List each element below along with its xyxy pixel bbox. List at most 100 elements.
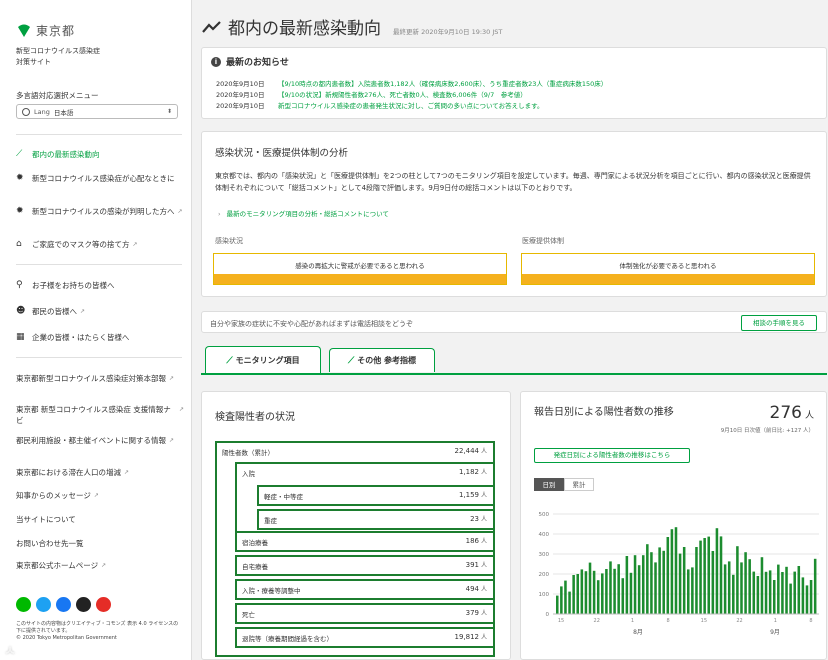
bar[interactable]: [764, 571, 768, 614]
line-icon[interactable]: [16, 597, 31, 612]
site-logo[interactable]: 東京都: [16, 22, 75, 39]
youtube-icon[interactable]: [96, 597, 111, 612]
bar[interactable]: [613, 568, 616, 614]
bar[interactable]: [646, 544, 649, 614]
onset-date-chart-link[interactable]: 発症日別による陽性者数の推移はこちら: [534, 448, 690, 463]
bar[interactable]: [736, 546, 739, 614]
twitter-icon[interactable]: [36, 597, 51, 612]
toggle-cumulative[interactable]: 累計: [564, 478, 594, 491]
bar[interactable]: [654, 562, 657, 614]
news-item[interactable]: 2020年9月10日 新型コロナウイルス感染症の患者発生状況に対し、ご質問の多い…: [216, 101, 607, 112]
tab-monitoring[interactable]: ⟋ モニタリング項目: [205, 346, 321, 374]
bar[interactable]: [658, 547, 661, 614]
bar[interactable]: [687, 569, 690, 614]
bar[interactable]: [601, 573, 604, 614]
nav-item-hq-report[interactable]: 東京都新型コロナウイルス感染症対策本部報 ↗: [16, 373, 184, 384]
nav-item-facilities[interactable]: 都民利用施設・都主催イベントに関する情報 ↗: [16, 435, 184, 446]
bar[interactable]: [580, 569, 584, 614]
bar[interactable]: [699, 540, 702, 614]
bar[interactable]: [682, 547, 686, 614]
nav-item-companies[interactable]: ▦ 企業の皆様・はたらく皆様へ: [16, 332, 184, 343]
bar[interactable]: [813, 558, 817, 614]
bar[interactable]: [703, 538, 706, 614]
nav-item-governor-message[interactable]: 知事からのメッセージ ↗: [16, 490, 184, 501]
bar[interactable]: [740, 562, 743, 614]
bar[interactable]: [584, 571, 588, 614]
bar[interactable]: [809, 580, 813, 614]
bar[interactable]: [785, 566, 788, 614]
bar[interactable]: [592, 570, 596, 614]
github-icon[interactable]: [76, 597, 91, 612]
tab-other-indicators[interactable]: ⟋ その他 参考指標: [329, 348, 435, 372]
bar[interactable]: [748, 559, 751, 614]
bar[interactable]: [768, 570, 772, 614]
bar[interactable]: [629, 572, 633, 614]
bar[interactable]: [572, 575, 575, 614]
bar[interactable]: [564, 580, 567, 614]
nav-item-mask-disposal[interactable]: ⌂ ご家庭でのマスク等の捨て方 ↗: [16, 239, 184, 250]
nav-item-about[interactable]: 当サイトについて: [16, 514, 184, 525]
analysis-link[interactable]: › 最新のモニタリング項目の分析・総括コメントについて: [218, 208, 389, 218]
bar[interactable]: [760, 557, 764, 614]
nav-item-latest-trend[interactable]: ⟋ 都内の最新感染動向: [16, 149, 184, 160]
bar[interactable]: [560, 586, 563, 614]
bar[interactable]: [621, 578, 625, 614]
bar[interactable]: [789, 583, 792, 614]
bar[interactable]: [625, 556, 629, 614]
bar[interactable]: [715, 528, 719, 614]
bar[interactable]: [609, 561, 612, 614]
bar[interactable]: [727, 561, 731, 614]
bar[interactable]: [637, 565, 641, 614]
bar[interactable]: [707, 536, 711, 614]
bar[interactable]: [781, 572, 784, 614]
bar[interactable]: [633, 555, 637, 614]
bar[interactable]: [596, 580, 600, 614]
news-item[interactable]: 2020年9月10日 【9/10時点の都内患者数】入院患者数1,182人（確保病…: [216, 79, 607, 90]
consult-steps-button[interactable]: 相談の手順を見る: [741, 315, 817, 331]
bar[interactable]: [588, 562, 592, 614]
bar[interactable]: [801, 577, 805, 614]
bar[interactable]: [650, 552, 653, 614]
nav-item-citizens[interactable]: ☻ 都民の皆様へ ↗: [16, 306, 184, 317]
news-link[interactable]: 【9/10時点の都内患者数】入院患者数1,182人（確保病床数2,600床）、う…: [278, 79, 607, 90]
bar[interactable]: [662, 550, 665, 614]
bar[interactable]: [777, 564, 780, 614]
bar[interactable]: [666, 537, 670, 614]
bar[interactable]: [556, 595, 559, 614]
bar[interactable]: [691, 567, 694, 614]
news-link[interactable]: 新型コロナウイルス感染症の患者発生状況に対し、ご質問の多い点についてお答えします…: [278, 101, 543, 112]
toggle-daily[interactable]: 日別: [534, 478, 564, 491]
bar[interactable]: [752, 571, 756, 614]
facebook-icon[interactable]: [56, 597, 71, 612]
bar[interactable]: [723, 564, 727, 614]
bar[interactable]: [641, 555, 645, 614]
nav-item-contacts[interactable]: お問い合わせ先一覧: [16, 538, 184, 549]
nav-item-worried[interactable]: ✹ 新型コロナウイルス感染症が心配なときに: [16, 173, 184, 184]
bar[interactable]: [756, 576, 760, 614]
bar[interactable]: [772, 580, 776, 614]
news-link[interactable]: 【9/10の状況】新規陽性者数276人、死亡者数0人、検査数6,006件（9/7…: [278, 90, 527, 101]
bar[interactable]: [732, 574, 735, 614]
bar[interactable]: [674, 527, 678, 614]
bar[interactable]: [568, 591, 571, 614]
bar[interactable]: [797, 566, 801, 614]
external-link-icon: ↗: [132, 241, 138, 248]
nav-item-parents[interactable]: ⚲ お子様をお持ちの皆様へ: [16, 280, 184, 291]
bar[interactable]: [711, 551, 715, 614]
bar[interactable]: [744, 552, 747, 614]
nav-item-population[interactable]: 東京都における滞在人口の増減 ↗: [16, 467, 184, 478]
bar[interactable]: [719, 536, 723, 614]
bar[interactable]: [605, 569, 608, 614]
bar[interactable]: [576, 574, 580, 614]
nav-item-official-site[interactable]: 東京都公式ホームページ ↗: [16, 560, 184, 571]
bar[interactable]: [793, 571, 796, 614]
nav-item-infected[interactable]: ✹ 新型コロナウイルスの感染が判明した方へ ↗: [16, 206, 184, 217]
news-item[interactable]: 2020年9月10日 【9/10の状況】新規陽性者数276人、死亡者数0人、検査…: [216, 90, 607, 101]
bar[interactable]: [617, 564, 620, 614]
bar[interactable]: [678, 553, 682, 614]
language-select[interactable]: Lang 日本語 ⬍: [16, 104, 178, 119]
bar[interactable]: [695, 547, 698, 614]
nav-item-support-navi[interactable]: 東京都 新型コロナウイルス感染症 支援情報ナビ ↗: [16, 404, 184, 426]
bar[interactable]: [805, 585, 809, 614]
bar[interactable]: [670, 529, 674, 614]
